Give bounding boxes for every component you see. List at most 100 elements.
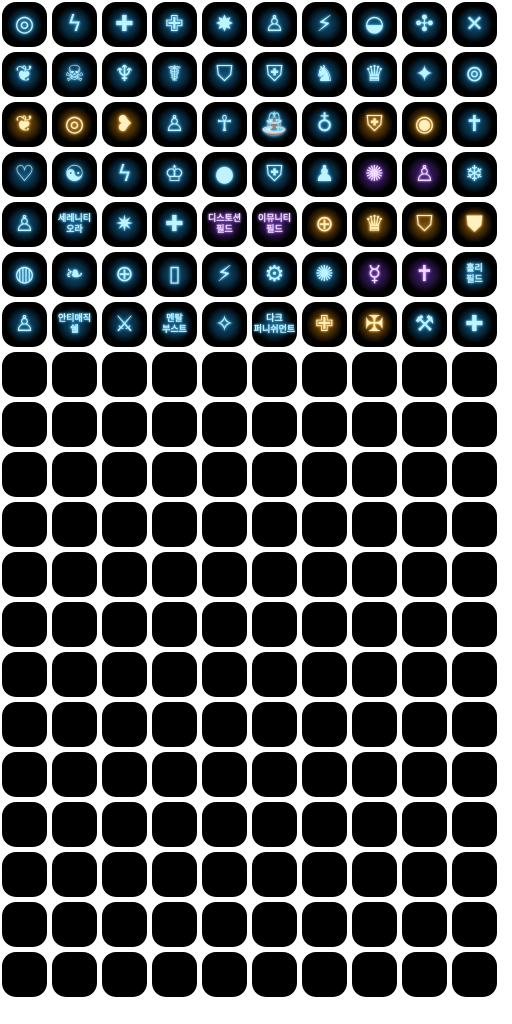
snowflake-orb-icon: ❄	[465, 161, 484, 187]
skill-icon-figure: ♙	[252, 2, 297, 47]
skill-icon-crown-cross: ♛	[352, 52, 397, 97]
empty-icon-slot	[352, 602, 397, 647]
empty-icon-slot	[302, 702, 347, 747]
skill-icon-gear-slash: ⚙	[252, 252, 297, 297]
empty-icon-slot	[452, 952, 497, 997]
empty-icon-slot	[352, 702, 397, 747]
empty-icon-slot	[102, 952, 147, 997]
cross-target-icon: ⊕	[115, 261, 134, 287]
skill-label: 멘탈 부스트	[162, 313, 187, 335]
empty-icon-slot	[52, 752, 97, 797]
empty-icon-slot	[402, 902, 447, 947]
skill-icon-skull: ☠	[52, 52, 97, 97]
empty-icon-slot	[152, 952, 197, 997]
empty-icon-slot	[302, 552, 347, 597]
empty-icon-slot	[202, 952, 247, 997]
skill-icon-purple-figure: ♙	[402, 152, 447, 197]
cross-wings-icon: ✙	[165, 11, 184, 37]
empty-icon-slot	[102, 402, 147, 447]
empty-icon-slot	[302, 452, 347, 497]
empty-icon-slot	[302, 402, 347, 447]
broken-heart-icon: ♡	[14, 161, 35, 187]
empty-icon-slot	[402, 402, 447, 447]
skill-icon-spark-fountain: ✺	[302, 252, 347, 297]
empty-icon-slot	[2, 852, 47, 897]
empty-icon-slot	[2, 902, 47, 947]
skill-icon-broken-heart: ♡	[2, 152, 47, 197]
skill-icon-bolt-crown: ♔	[152, 152, 197, 197]
empty-icon-slot	[302, 852, 347, 897]
gold-ring-icon: ◉	[414, 111, 435, 137]
skill-icon-purple-cross: ✝	[402, 252, 447, 297]
empty-icon-slot	[452, 602, 497, 647]
empty-icon-slot	[252, 552, 297, 597]
empty-icon-slot	[252, 352, 297, 397]
shell-icon: ◒	[364, 11, 385, 37]
skill-icon-cross-x: ✕	[452, 2, 497, 47]
empty-icon-slot	[452, 752, 497, 797]
empty-icon-slot	[2, 652, 47, 697]
empty-icon-slot	[402, 652, 447, 697]
skill-icon-holy-cross-pillar: ✚	[102, 2, 147, 47]
empty-icon-slot	[452, 502, 497, 547]
skill-icon-spark-chain: ✣	[402, 2, 447, 47]
empty-icon-slot	[302, 652, 347, 697]
empty-icon-slot	[52, 502, 97, 547]
empty-icon-slot	[302, 502, 347, 547]
skill-icon-feather: ❧	[52, 252, 97, 297]
skill-icon-crossed-swords: ⚔	[102, 302, 147, 347]
empty-icon-slot	[202, 502, 247, 547]
skill-icon-angel: ☤	[152, 52, 197, 97]
empty-icon-slot	[402, 352, 447, 397]
empty-icon-slot	[2, 552, 47, 597]
empty-icon-slot	[152, 652, 197, 697]
figure-icon: ♙	[264, 11, 285, 37]
skill-icon-burst: ✸	[202, 2, 247, 47]
lightning-figure-icon: ⚡	[316, 11, 333, 37]
skill-icon-wing: ❦	[2, 52, 47, 97]
icon-sprite-grid: ◎ ϟ ✚ ✙ ✸ ♙ ⚡ ◒ ✣ ✕ ❦ ☠ ♆ ☤ ⛉ ⛨ ♞ ♛ ✦ ⊚ ❦ ◎ ❥ ♙ ☥ ⛲ ♁ ⛨ ◉ ✝ ♡ ☯ ϟ ♔ ● ⛨ ♟ ✺ ♙ ❄…	[2, 2, 497, 997]
skill-icon-text: 이뮤니티 필드	[252, 202, 297, 247]
skill-icon-cross-figure-2: ✚	[452, 302, 497, 347]
empty-icon-slot	[452, 552, 497, 597]
skill-icon-holy-drop: ✙	[302, 302, 347, 347]
empty-icon-slot	[252, 852, 297, 897]
empty-icon-slot	[52, 902, 97, 947]
cross-x-icon: ✕	[465, 11, 484, 37]
empty-icon-slot	[452, 852, 497, 897]
gold-heart-icon: ❥	[115, 111, 134, 137]
skull-icon: ☠	[64, 61, 85, 87]
empty-icon-slot	[152, 402, 197, 447]
empty-icon-slot	[252, 952, 297, 997]
empty-icon-slot	[252, 902, 297, 947]
empty-icon-slot	[2, 352, 47, 397]
empty-icon-slot	[302, 752, 347, 797]
skill-icon-figure-circle: ☯	[52, 152, 97, 197]
empty-icon-slot	[52, 652, 97, 697]
empty-icon-slot	[2, 402, 47, 447]
skill-icon-triple-cross: ♆	[102, 52, 147, 97]
empty-icon-slot	[402, 852, 447, 897]
empty-icon-slot	[252, 752, 297, 797]
skill-icon-gold-cross-swirl: ✠	[352, 302, 397, 347]
shield-wings-icon: ⛨	[266, 161, 283, 187]
lightning-hand-icon: ϟ	[67, 11, 82, 37]
skill-icon-pedestal: ♁	[302, 102, 347, 147]
empty-icon-slot	[352, 502, 397, 547]
empty-icon-slot	[52, 702, 97, 747]
empty-icon-slot	[402, 802, 447, 847]
skill-label: 이뮤니티 필드	[257, 213, 292, 235]
purple-dancer-icon: ☿	[367, 261, 382, 287]
empty-icon-slot	[452, 652, 497, 697]
skill-icon-purple-dancer: ☿	[352, 252, 397, 297]
skill-icon-text: 안티매직 쉘	[52, 302, 97, 347]
star-ring-icon: ✦	[415, 61, 434, 87]
skill-icon-ring-shield: ◍	[2, 252, 47, 297]
empty-icon-slot	[152, 452, 197, 497]
empty-icon-slot	[102, 902, 147, 947]
figure-halo-icon: ♙	[14, 311, 35, 337]
empty-icon-slot	[102, 602, 147, 647]
empty-icon-slot	[402, 702, 447, 747]
swirl-icon: ◎	[14, 11, 35, 37]
empty-icon-slot	[352, 802, 397, 847]
